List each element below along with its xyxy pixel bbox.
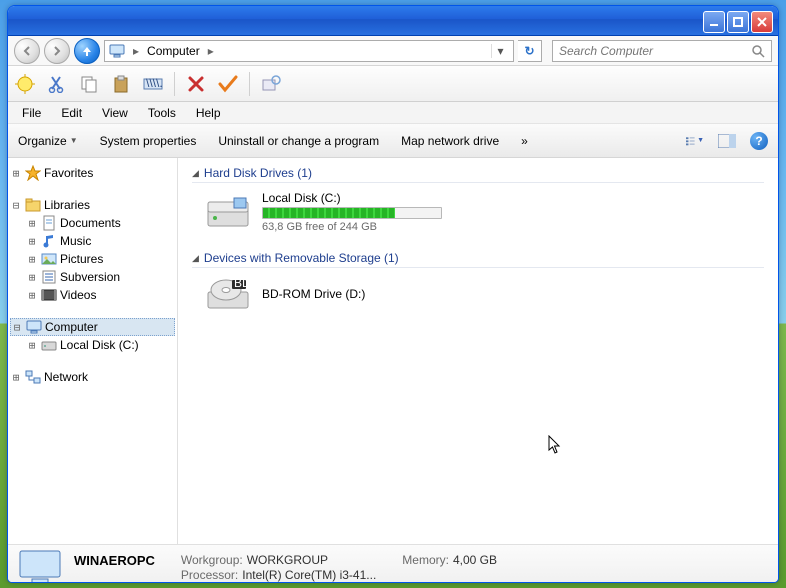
menu-tools[interactable]: Tools <box>140 104 184 122</box>
uninstall-button[interactable]: Uninstall or change a program <box>218 134 379 148</box>
tree-local-disk[interactable]: ⊞Local Disk (C:) <box>10 336 175 354</box>
explorer-window: ▸ Computer ▸ ▾ ↻ \\\\.. File Edit View T… <box>7 5 779 583</box>
details-memory-label: Memory: <box>402 553 449 567</box>
details-computer-name: WINAEROPC <box>74 553 155 568</box>
delete-icon[interactable] <box>185 73 207 95</box>
navigation-bar: ▸ Computer ▸ ▾ ↻ <box>8 36 778 66</box>
content-pane[interactable]: ◢Hard Disk Drives (1) Local Disk (C:) 63… <box>178 158 778 544</box>
preview-pane-button[interactable] <box>718 132 736 150</box>
tree-favorites[interactable]: ⊞Favorites <box>10 164 175 182</box>
navigation-tree[interactable]: ⊞Favorites ⊟Libraries ⊞Documents ⊞Music … <box>8 158 178 544</box>
window-titlebar[interactable] <box>8 6 778 36</box>
body-area: ⊞Favorites ⊟Libraries ⊞Documents ⊞Music … <box>8 158 778 544</box>
menu-bar: File Edit View Tools Help <box>8 102 778 124</box>
tree-subversion[interactable]: ⊞Subversion <box>10 268 175 286</box>
details-processor: Intel(R) Core(TM) i3-41... <box>242 568 376 582</box>
check-icon[interactable] <box>217 73 239 95</box>
breadcrumb-separator-icon[interactable]: ▸ <box>131 44 141 58</box>
maximize-button[interactable] <box>727 11 749 33</box>
computer-icon <box>18 549 62 584</box>
tree-network[interactable]: ⊞Network <box>10 368 175 386</box>
details-processor-label: Processor: <box>181 568 238 582</box>
map-drive-button[interactable]: Map network drive <box>401 134 499 148</box>
paste-icon[interactable] <box>110 73 132 95</box>
search-input[interactable] <box>559 44 751 58</box>
system-properties-button[interactable]: System properties <box>100 134 197 148</box>
tree-computer[interactable]: ⊟Computer <box>10 318 175 336</box>
drive-bd-rom-d[interactable]: BD BD-ROM Drive (D:) <box>206 276 764 312</box>
details-memory: 4,00 GB <box>453 553 497 567</box>
command-bar: Organize▼ System properties Uninstall or… <box>8 124 778 158</box>
svg-text:BD: BD <box>234 276 250 290</box>
search-box[interactable] <box>552 40 772 62</box>
drive-free-text: 63,8 GB free of 244 GB <box>262 221 442 233</box>
back-button[interactable] <box>14 38 40 64</box>
menu-file[interactable]: File <box>14 104 49 122</box>
computer-icon <box>109 44 125 58</box>
drive-name: BD-ROM Drive (D:) <box>262 287 365 301</box>
svg-text:\\\\..: \\\\.. <box>146 76 163 90</box>
menu-help[interactable]: Help <box>188 104 229 122</box>
collapse-icon: ◢ <box>192 253 199 264</box>
tree-music[interactable]: ⊞Music <box>10 232 175 250</box>
refresh-button[interactable]: ↻ <box>518 40 542 62</box>
menu-edit[interactable]: Edit <box>53 104 90 122</box>
collapse-icon: ◢ <box>192 168 199 179</box>
minimize-button[interactable] <box>703 11 725 33</box>
chevron-down-icon: ▼ <box>70 136 78 145</box>
drive-local-disk-c[interactable]: Local Disk (C:) 63,8 GB free of 244 GB <box>206 191 764 233</box>
tree-pictures[interactable]: ⊞Pictures <box>10 250 175 268</box>
tree-videos[interactable]: ⊞Videos <box>10 286 175 304</box>
new-icon[interactable] <box>14 73 36 95</box>
optical-drive-icon: BD <box>206 276 250 312</box>
details-pane: WINAEROPC Workgroup: WORKGROUP Processor:… <box>8 544 778 583</box>
view-mode-button[interactable]: ▼ <box>686 132 704 150</box>
cut-icon[interactable] <box>46 73 68 95</box>
tree-libraries[interactable]: ⊟Libraries <box>10 196 175 214</box>
organize-button[interactable]: Organize▼ <box>18 134 78 148</box>
details-workgroup: WORKGROUP <box>247 553 328 567</box>
address-bar[interactable]: ▸ Computer ▸ ▾ <box>104 40 514 62</box>
rename-icon[interactable]: \\\\.. <box>142 73 164 95</box>
overflow-button[interactable]: » <box>521 134 528 148</box>
plugin-toolbar: \\\\.. <box>8 66 778 102</box>
breadcrumb-computer[interactable]: Computer <box>147 44 200 58</box>
menu-view[interactable]: View <box>94 104 136 122</box>
forward-button[interactable] <box>44 38 70 64</box>
tree-documents[interactable]: ⊞Documents <box>10 214 175 232</box>
copy-icon[interactable] <box>78 73 100 95</box>
up-button[interactable] <box>74 38 100 64</box>
close-button[interactable] <box>751 11 773 33</box>
group-hdd[interactable]: ◢Hard Disk Drives (1) <box>192 166 764 183</box>
search-icon <box>751 44 765 58</box>
breadcrumb-separator-icon[interactable]: ▸ <box>206 44 216 58</box>
group-removable[interactable]: ◢Devices with Removable Storage (1) <box>192 251 764 268</box>
hard-disk-icon <box>206 194 250 230</box>
details-workgroup-label: Workgroup: <box>181 553 243 567</box>
address-dropdown-icon[interactable]: ▾ <box>491 44 509 58</box>
help-button[interactable]: ? <box>750 132 768 150</box>
drive-name: Local Disk (C:) <box>262 191 442 205</box>
settings-icon[interactable] <box>260 73 282 95</box>
drive-usage-bar <box>262 207 442 219</box>
